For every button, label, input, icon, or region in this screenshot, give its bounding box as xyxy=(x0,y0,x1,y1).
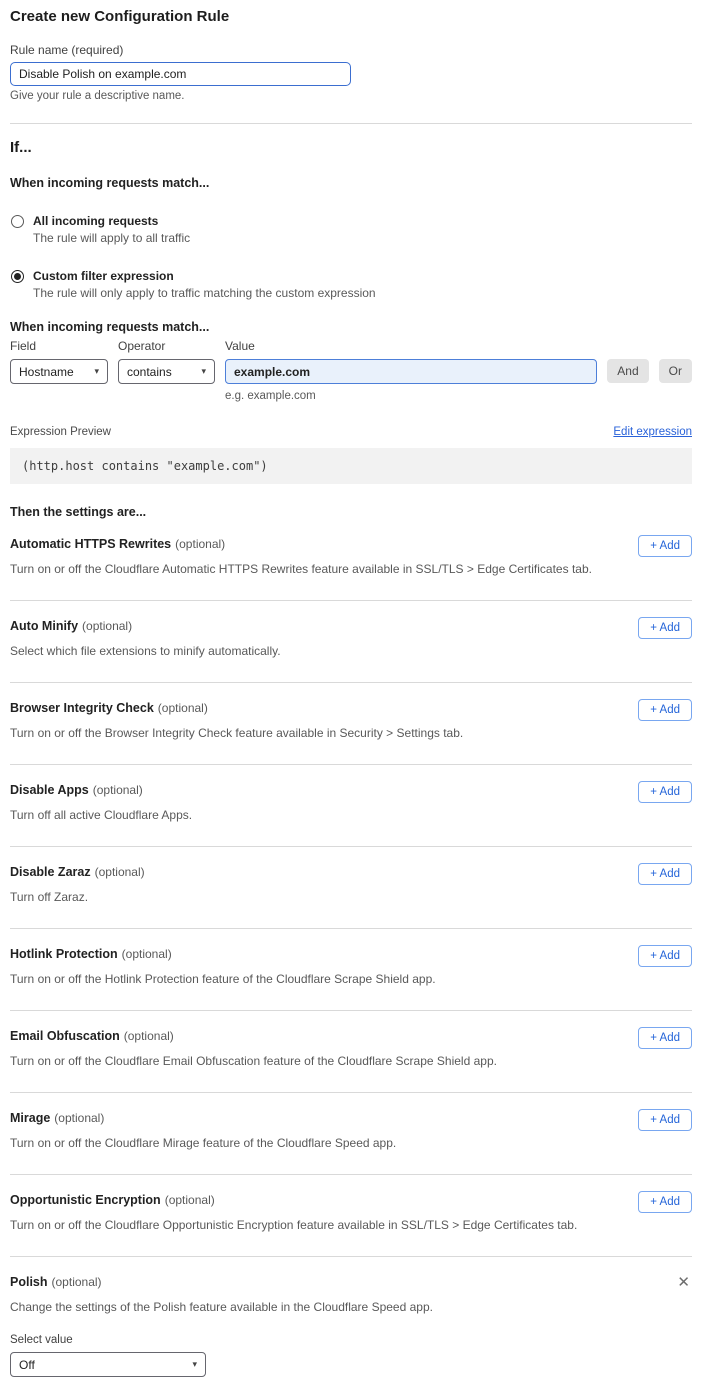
setting-title: Mirage xyxy=(10,1111,50,1125)
radio-icon[interactable] xyxy=(11,215,24,228)
setting-title: Disable Apps xyxy=(10,783,89,797)
value-label: Value xyxy=(225,339,597,353)
then-heading: Then the settings are... xyxy=(10,505,692,519)
value-helper: e.g. example.com xyxy=(225,390,692,402)
rule-name-label: Rule name (required) xyxy=(10,43,692,57)
rule-name-input[interactable] xyxy=(10,62,351,86)
optional-label: (optional) xyxy=(54,1111,104,1125)
operator-select[interactable]: contains ▾ xyxy=(118,359,215,384)
setting-row-hotlink-protection: Hotlink Protection (optional) Turn on or … xyxy=(10,929,692,986)
operator-label: Operator xyxy=(118,339,215,353)
setting-title: Auto Minify xyxy=(10,619,78,633)
optional-label: (optional) xyxy=(175,537,225,551)
setting-row-opportunistic-encryption: Opportunistic Encryption (optional) Turn … xyxy=(10,1175,692,1232)
field-label: Field xyxy=(10,339,108,353)
optional-label: (optional) xyxy=(95,865,145,879)
add-button[interactable]: + Add xyxy=(638,617,692,639)
chevron-down-icon: ▾ xyxy=(192,1359,197,1370)
select-value-label: Select value xyxy=(10,1334,655,1346)
setting-row-disable-apps: Disable Apps (optional) Turn off all acti… xyxy=(10,765,692,822)
setting-title: Hotlink Protection xyxy=(10,947,118,961)
value-input[interactable] xyxy=(225,359,597,384)
setting-description: Turn on or off the Browser Integrity Che… xyxy=(10,726,618,740)
chevron-down-icon: ▾ xyxy=(201,366,206,377)
field-select-value: Hostname xyxy=(19,365,74,379)
setting-description: Turn off all active Cloudflare Apps. xyxy=(10,808,618,822)
chevron-down-icon: ▾ xyxy=(94,366,99,377)
optional-label: (optional) xyxy=(93,783,143,797)
page-title: Create new Configuration Rule xyxy=(10,8,692,25)
add-button[interactable]: + Add xyxy=(638,863,692,885)
create-configuration-rule-form: Create new Configuration Rule Rule name … xyxy=(0,0,705,1387)
radio-label: Custom filter expression xyxy=(33,269,376,283)
setting-row-automatic-https-rewrites: Automatic HTTPS Rewrites (optional) Turn … xyxy=(10,519,692,576)
or-button[interactable]: Or xyxy=(659,359,692,383)
setting-description: Turn on or off the Cloudflare Mirage fea… xyxy=(10,1136,618,1150)
expression-preview-header: Expression Preview Edit expression xyxy=(10,426,692,438)
builder-heading: When incoming requests match... xyxy=(10,320,692,334)
polish-select-value: Off xyxy=(19,1358,35,1372)
and-button[interactable]: And xyxy=(607,359,648,383)
setting-row-browser-integrity-check: Browser Integrity Check (optional) Turn o… xyxy=(10,683,692,740)
add-button[interactable]: + Add xyxy=(638,781,692,803)
add-button[interactable]: + Add xyxy=(638,1109,692,1131)
optional-label: (optional) xyxy=(82,619,132,633)
setting-description: Turn on or off the Cloudflare Opportunis… xyxy=(10,1218,618,1232)
radio-label: All incoming requests xyxy=(33,214,190,228)
setting-row-mirage: Mirage (optional) Turn on or off the Clou… xyxy=(10,1093,692,1150)
setting-title: Polish xyxy=(10,1275,48,1289)
expression-preview-code: (http.host contains "example.com") xyxy=(10,448,692,484)
setting-description: Turn off Zaraz. xyxy=(10,890,618,904)
setting-row-polish: Polish (optional) Change the settings of … xyxy=(10,1257,692,1377)
setting-title: Automatic HTTPS Rewrites xyxy=(10,537,171,551)
polish-value-select[interactable]: Off ▾ xyxy=(10,1352,206,1377)
radio-custom-filter-expression[interactable]: Custom filter expression The rule will o… xyxy=(10,269,692,300)
setting-description: Turn on or off the Cloudflare Email Obfu… xyxy=(10,1054,618,1068)
optional-label: (optional) xyxy=(122,947,172,961)
field-select[interactable]: Hostname ▾ xyxy=(10,359,108,384)
setting-title: Disable Zaraz xyxy=(10,865,91,879)
setting-description: Change the settings of the Polish featur… xyxy=(10,1300,655,1314)
add-button[interactable]: + Add xyxy=(638,1191,692,1213)
expression-preview-label: Expression Preview xyxy=(10,426,111,438)
radio-description: The rule will only apply to traffic matc… xyxy=(33,286,376,300)
match-label: When incoming requests match... xyxy=(10,176,692,190)
optional-label: (optional) xyxy=(165,1193,215,1207)
radio-all-incoming-requests[interactable]: All incoming requests The rule will appl… xyxy=(10,214,692,245)
divider xyxy=(10,123,692,124)
setting-description: Turn on or off the Hotlink Protection fe… xyxy=(10,972,618,986)
setting-title: Email Obfuscation xyxy=(10,1029,120,1043)
optional-label: (optional) xyxy=(158,701,208,715)
optional-label: (optional) xyxy=(52,1275,102,1289)
radio-description: The rule will apply to all traffic xyxy=(33,231,190,245)
setting-title: Browser Integrity Check xyxy=(10,701,154,715)
optional-label: (optional) xyxy=(124,1029,174,1043)
add-button[interactable]: + Add xyxy=(638,1027,692,1049)
setting-description: Select which file extensions to minify a… xyxy=(10,644,618,658)
setting-row-auto-minify: Auto Minify (optional) Select which file … xyxy=(10,601,692,658)
rule-name-helper: Give your rule a descriptive name. xyxy=(10,90,692,102)
edit-expression-link[interactable]: Edit expression xyxy=(613,426,692,438)
add-button[interactable]: + Add xyxy=(638,535,692,557)
setting-row-email-obfuscation: Email Obfuscation (optional) Turn on or o… xyxy=(10,1011,692,1068)
setting-title: Opportunistic Encryption xyxy=(10,1193,161,1207)
add-button[interactable]: + Add xyxy=(638,945,692,967)
expression-builder-row: Field Hostname ▾ Operator contains ▾ Val… xyxy=(10,339,692,384)
add-button[interactable]: + Add xyxy=(638,699,692,721)
operator-select-value: contains xyxy=(127,365,172,379)
if-heading: If... xyxy=(10,139,692,156)
setting-description: Turn on or off the Cloudflare Automatic … xyxy=(10,562,618,576)
close-icon[interactable]: ✕ xyxy=(675,1273,692,1292)
radio-icon[interactable] xyxy=(11,270,24,283)
setting-row-disable-zaraz: Disable Zaraz(optional) Turn off Zaraz. … xyxy=(10,847,692,904)
